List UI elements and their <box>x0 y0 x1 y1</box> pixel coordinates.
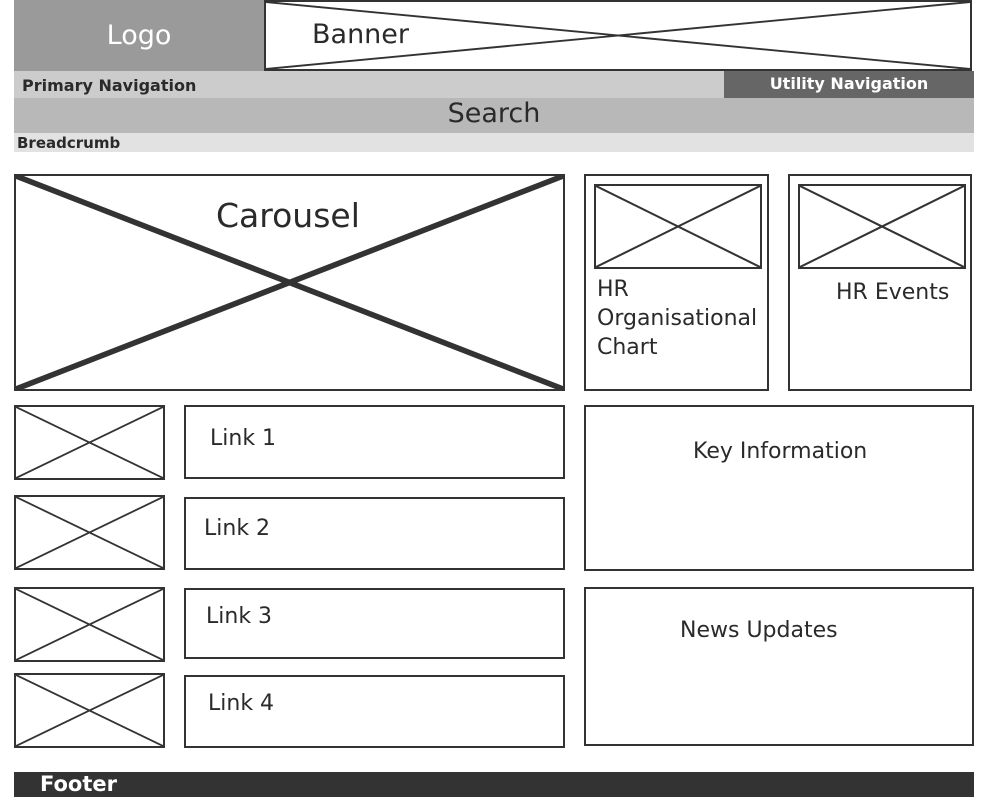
banner-label: Banner <box>310 19 412 50</box>
link-3[interactable]: Link 3 <box>184 588 565 659</box>
link-4[interactable]: Link 4 <box>184 675 565 748</box>
logo[interactable]: Logo <box>14 0 264 71</box>
link-2-thumbnail <box>14 495 165 570</box>
link-1-label: Link 1 <box>210 426 277 451</box>
link-4-thumbnail <box>14 673 165 748</box>
news-updates-heading: News Updates <box>680 618 838 643</box>
utility-navigation[interactable]: Utility Navigation <box>724 71 974 98</box>
link-3-thumbnail <box>14 587 165 662</box>
key-information-heading: Key Information <box>693 439 868 464</box>
link-2-label: Link 2 <box>204 516 271 541</box>
hr-org-chart-label: HR Organisational Chart <box>597 277 758 360</box>
link-1-thumbnail <box>14 405 165 480</box>
link-1[interactable]: Link 1 <box>184 405 565 479</box>
banner-placeholder: Banner <box>264 0 972 71</box>
hr-events-card[interactable]: HR Events <box>788 174 972 391</box>
hr-events-label: HR Events <box>836 280 950 305</box>
footer: Footer <box>14 772 974 797</box>
hr-org-chart-card[interactable]: HR Organisational Chart <box>584 174 769 391</box>
placeholder-cross-icon <box>800 186 964 267</box>
breadcrumb[interactable]: Breadcrumb <box>14 133 974 152</box>
search-bar[interactable]: Search <box>14 98 974 133</box>
link-3-label: Link 3 <box>206 604 273 629</box>
placeholder-cross-icon <box>16 589 163 660</box>
news-updates-panel: News Updates <box>584 587 974 746</box>
link-4-label: Link 4 <box>208 691 275 716</box>
placeholder-cross-icon <box>16 407 163 478</box>
carousel[interactable]: Carousel <box>14 174 565 391</box>
placeholder-cross-icon <box>16 497 163 568</box>
placeholder-cross-icon <box>16 675 163 746</box>
key-information-panel: Key Information <box>584 405 974 571</box>
primary-navigation[interactable]: Primary Navigation <box>14 71 724 98</box>
link-2[interactable]: Link 2 <box>184 497 565 570</box>
carousel-label: Carousel <box>214 196 362 235</box>
hr-events-image <box>798 184 966 269</box>
placeholder-cross-icon <box>596 186 760 267</box>
hr-org-chart-image <box>594 184 762 269</box>
